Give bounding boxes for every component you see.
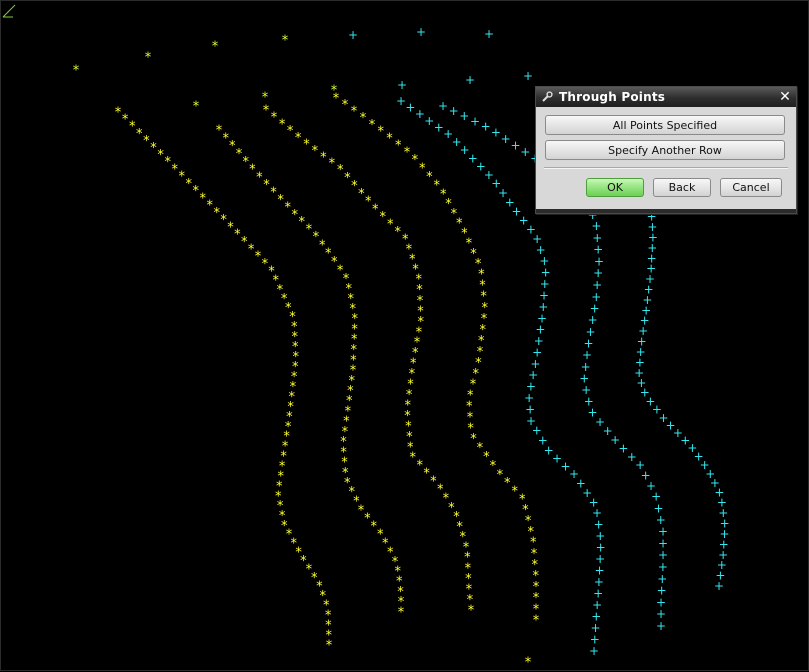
point-marker: * bbox=[404, 145, 411, 160]
point-marker: * bbox=[320, 150, 327, 165]
point-marker: * bbox=[249, 163, 256, 178]
point-marker: * bbox=[360, 111, 367, 126]
point-marker: + bbox=[465, 73, 475, 87]
point-marker: + bbox=[470, 114, 480, 128]
point-marker: * bbox=[291, 208, 298, 223]
point-marker: + bbox=[510, 139, 520, 153]
point-marker: * bbox=[344, 171, 351, 186]
point-marker: * bbox=[263, 178, 270, 193]
point-marker: * bbox=[271, 110, 278, 125]
point-marker: * bbox=[263, 104, 270, 119]
point-marker: * bbox=[395, 138, 402, 153]
point-marker: * bbox=[426, 170, 433, 185]
point-marker: * bbox=[306, 223, 313, 238]
point-marker: + bbox=[484, 27, 494, 41]
point-marker: + bbox=[491, 125, 501, 139]
point-marker: * bbox=[378, 125, 385, 140]
point-marker: * bbox=[333, 92, 340, 107]
point-marker: * bbox=[179, 170, 186, 185]
point-marker: * bbox=[284, 200, 291, 215]
point-marker: * bbox=[122, 113, 129, 128]
point-marker: + bbox=[438, 99, 448, 113]
point-marker: * bbox=[150, 141, 157, 156]
ok-button[interactable]: OK bbox=[586, 178, 644, 197]
point-marker: * bbox=[386, 132, 393, 147]
point-marker: * bbox=[172, 162, 179, 177]
point-marker: * bbox=[186, 177, 193, 192]
point-marker: * bbox=[372, 203, 379, 218]
point-marker: * bbox=[512, 484, 519, 499]
point-marker: + bbox=[589, 644, 599, 658]
point-marker: * bbox=[490, 459, 497, 474]
point-marker: * bbox=[136, 127, 143, 142]
point-marker: * bbox=[533, 614, 540, 629]
point-marker: * bbox=[295, 131, 302, 146]
all-points-specified-button[interactable]: All Points Specified bbox=[545, 115, 785, 135]
point-marker: * bbox=[468, 604, 475, 619]
point-marker: * bbox=[303, 138, 310, 153]
point-marker: + bbox=[481, 119, 491, 133]
point-marker: * bbox=[398, 606, 405, 621]
dialog-separator bbox=[544, 167, 788, 169]
point-marker: * bbox=[256, 170, 263, 185]
point-marker: * bbox=[270, 185, 277, 200]
point-marker: * bbox=[212, 40, 219, 55]
point-marker: + bbox=[520, 145, 530, 159]
point-marker: * bbox=[157, 148, 164, 163]
specify-another-row-button[interactable]: Specify Another Row bbox=[545, 140, 785, 160]
point-marker: * bbox=[287, 124, 294, 139]
point-marker: * bbox=[129, 120, 136, 135]
point-marker: + bbox=[501, 132, 511, 146]
dialog-bottom-edge bbox=[536, 209, 796, 213]
point-marker: * bbox=[145, 51, 152, 66]
point-marker: * bbox=[193, 100, 200, 115]
point-marker: * bbox=[329, 157, 336, 172]
point-marker: + bbox=[416, 25, 426, 39]
back-button[interactable]: Back bbox=[653, 178, 711, 197]
point-marker: * bbox=[497, 468, 504, 483]
point-marker: * bbox=[394, 225, 401, 240]
point-marker: * bbox=[164, 155, 171, 170]
axis-triad-icon bbox=[2, 4, 16, 18]
point-marker: * bbox=[199, 191, 206, 206]
point-marker: + bbox=[397, 78, 407, 92]
point-marker: * bbox=[73, 64, 80, 79]
point-marker: * bbox=[143, 134, 150, 149]
point-marker: * bbox=[365, 195, 372, 210]
point-marker: * bbox=[277, 193, 284, 208]
point-marker: + bbox=[523, 69, 533, 83]
point-marker: * bbox=[337, 163, 344, 178]
point-marker: + bbox=[656, 619, 666, 633]
point-marker: * bbox=[387, 218, 394, 233]
point-marker: + bbox=[459, 109, 469, 123]
point-marker: * bbox=[525, 656, 532, 671]
point-marker: * bbox=[369, 118, 376, 133]
point-marker: * bbox=[282, 34, 289, 49]
point-marker: * bbox=[115, 106, 122, 121]
point-marker: * bbox=[206, 199, 213, 214]
cancel-button[interactable]: Cancel bbox=[720, 178, 782, 197]
point-marker: * bbox=[504, 476, 511, 491]
point-marker: * bbox=[312, 144, 319, 159]
point-marker: * bbox=[379, 210, 386, 225]
point-marker: * bbox=[326, 639, 333, 654]
dialog-title: Through Points bbox=[559, 90, 666, 104]
point-marker: * bbox=[351, 105, 358, 120]
point-marker: * bbox=[419, 162, 426, 177]
point-marker: * bbox=[351, 179, 358, 194]
through-points-dialog: Through Points ✕ All Points Specified Sp… bbox=[535, 86, 797, 214]
point-marker: * bbox=[342, 98, 349, 113]
point-marker: * bbox=[412, 153, 419, 168]
point-marker: + bbox=[348, 28, 358, 42]
dialog-titlebar[interactable]: Through Points ✕ bbox=[536, 87, 796, 107]
point-marker: + bbox=[714, 579, 724, 593]
point-marker: + bbox=[449, 104, 459, 118]
close-icon[interactable]: ✕ bbox=[777, 89, 793, 105]
point-marker: * bbox=[299, 215, 306, 230]
point-marker: * bbox=[279, 117, 286, 132]
wrench-icon bbox=[539, 89, 555, 105]
